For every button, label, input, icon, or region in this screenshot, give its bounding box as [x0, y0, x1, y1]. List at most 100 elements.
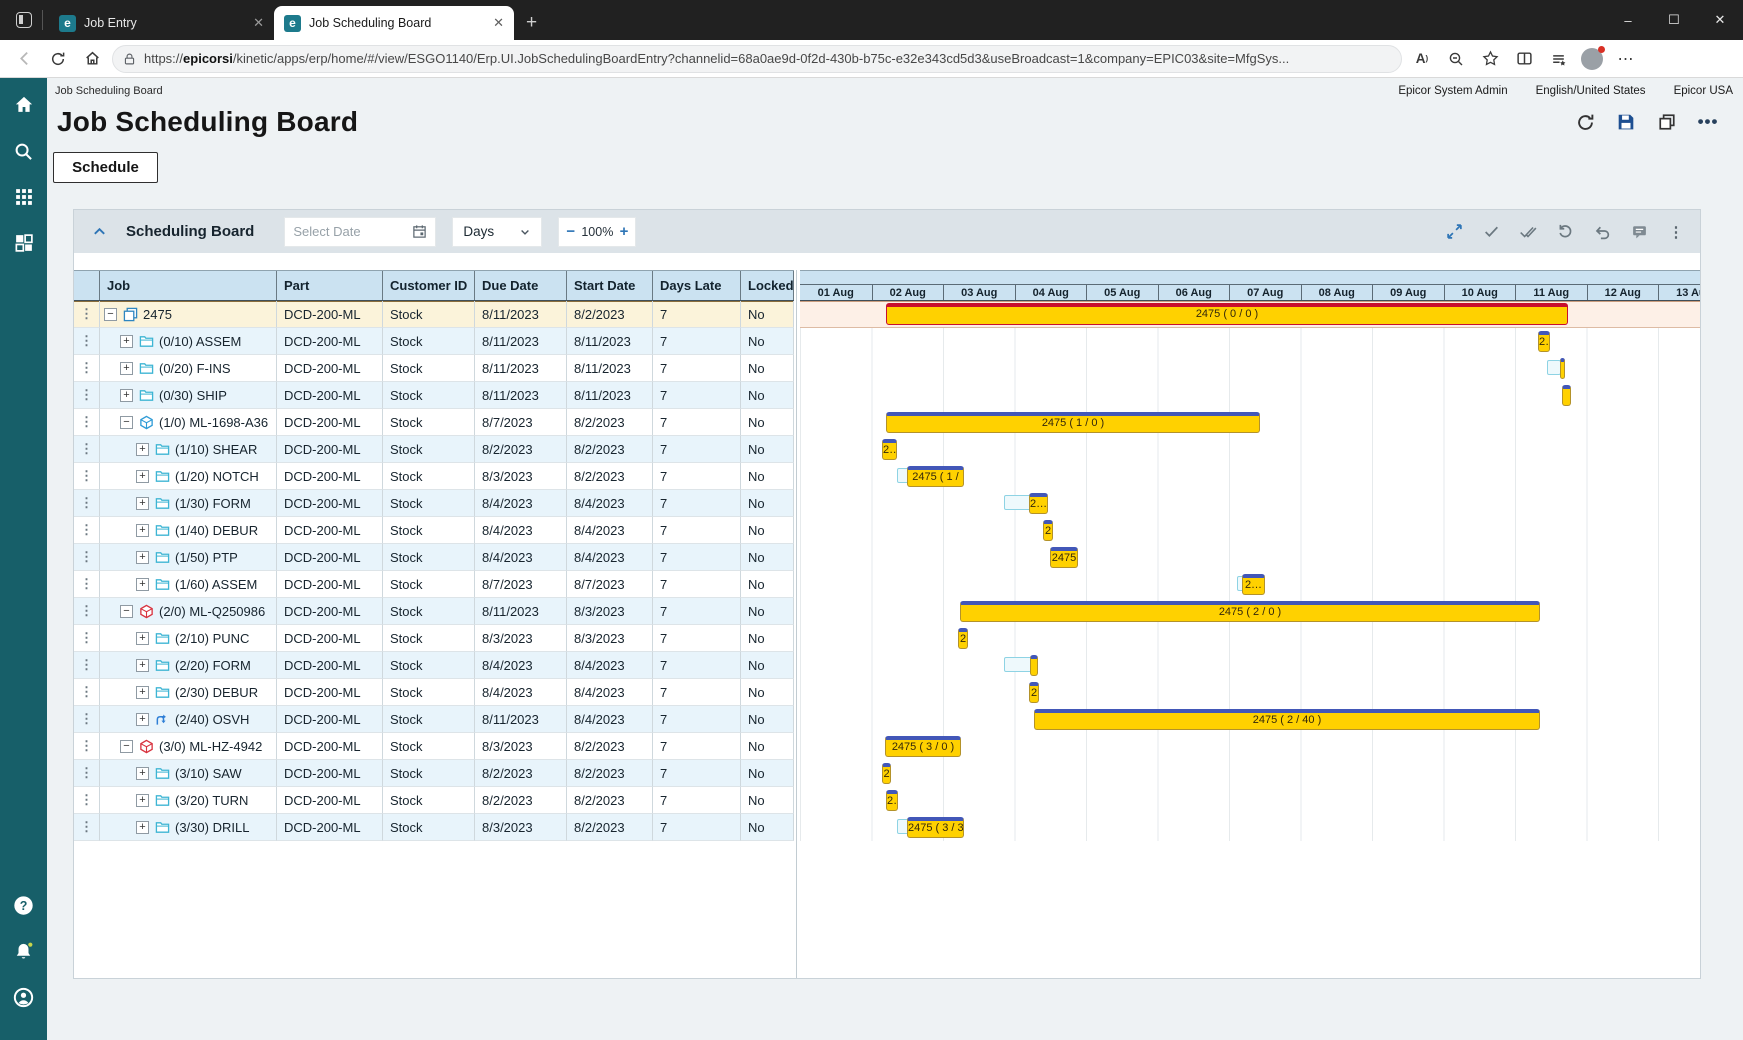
customer-id-cell[interactable]: Stock [383, 679, 475, 706]
part-cell[interactable]: DCD-200-ML [277, 490, 383, 517]
job-cell[interactable]: +(0/10) ASSEM [100, 328, 277, 355]
job-cell[interactable]: +(1/20) NOTCH [100, 463, 277, 490]
company-label[interactable]: Epicor USA [1674, 85, 1733, 97]
job-cell[interactable]: +(1/40) DEBUR [100, 517, 277, 544]
due-date-cell[interactable]: 8/3/2023 [475, 814, 567, 841]
locked-cell[interactable]: No [741, 463, 794, 490]
table-row[interactable]: ⋮−(2/0) ML-Q250986DCD-200-MLStock8/11/20… [74, 598, 794, 625]
row-menu-icon[interactable]: ⋮ [74, 436, 100, 463]
job-cell[interactable]: +(2/10) PUNC [100, 625, 277, 652]
due-date-cell[interactable]: 8/4/2023 [475, 490, 567, 517]
days-late-cell[interactable]: 7 [653, 463, 741, 490]
days-late-cell[interactable]: 7 [653, 382, 741, 409]
locked-cell[interactable]: No [741, 571, 794, 598]
job-cell[interactable]: −2475 [100, 301, 277, 328]
job-cell[interactable]: +(1/60) ASSEM [100, 571, 277, 598]
save-icon[interactable] [1615, 111, 1637, 133]
due-date-cell[interactable]: 8/11/2023 [475, 706, 567, 733]
locked-cell[interactable]: No [741, 679, 794, 706]
customer-id-cell[interactable]: Stock [383, 490, 475, 517]
gantt-task-bar[interactable]: 2… [1029, 493, 1048, 514]
part-cell[interactable]: DCD-200-ML [277, 706, 383, 733]
start-date-cell[interactable]: 8/4/2023 [567, 517, 653, 544]
expand-icon[interactable]: + [136, 794, 149, 807]
job-cell[interactable]: +(1/30) FORM [100, 490, 277, 517]
locked-cell[interactable]: No [741, 544, 794, 571]
expand-icon[interactable]: + [136, 470, 149, 483]
start-date-cell[interactable]: 8/7/2023 [567, 571, 653, 598]
days-late-cell[interactable]: 7 [653, 625, 741, 652]
due-date-cell[interactable]: 8/11/2023 [475, 598, 567, 625]
job-cell[interactable]: −(2/0) ML-Q250986 [100, 598, 277, 625]
table-row[interactable]: ⋮+(3/30) DRILLDCD-200-MLStock8/3/20238/2… [74, 814, 794, 841]
days-late-cell[interactable]: 7 [653, 598, 741, 625]
due-date-cell[interactable]: 8/4/2023 [475, 652, 567, 679]
table-row[interactable]: ⋮+(1/40) DEBURDCD-200-MLStock8/4/20238/4… [74, 517, 794, 544]
start-date-cell[interactable]: 8/4/2023 [567, 544, 653, 571]
column-header-start-date[interactable]: Start Date [567, 271, 653, 300]
days-late-cell[interactable]: 7 [653, 679, 741, 706]
start-date-cell[interactable]: 8/4/2023 [567, 652, 653, 679]
customer-id-cell[interactable]: Stock [383, 544, 475, 571]
days-late-cell[interactable]: 7 [653, 328, 741, 355]
gantt-task-bar[interactable]: 2475 ( 0 / 0 ) [886, 303, 1568, 325]
due-date-cell[interactable]: 8/11/2023 [475, 301, 567, 328]
start-date-cell[interactable]: 8/4/2023 [567, 490, 653, 517]
gantt-task-bar[interactable] [1030, 655, 1038, 676]
collections-icon[interactable] [1544, 45, 1572, 73]
gantt-task-bar[interactable]: 2 [1043, 520, 1053, 541]
part-cell[interactable]: DCD-200-ML [277, 409, 383, 436]
part-cell[interactable]: DCD-200-ML [277, 625, 383, 652]
row-menu-icon[interactable]: ⋮ [74, 625, 100, 652]
accept-all-changes-icon[interactable] [1518, 222, 1538, 242]
days-late-cell[interactable]: 7 [653, 490, 741, 517]
locked-cell[interactable]: No [741, 382, 794, 409]
customer-id-cell[interactable]: Stock [383, 706, 475, 733]
row-menu-icon[interactable]: ⋮ [74, 706, 100, 733]
locked-cell[interactable]: No [741, 652, 794, 679]
job-cell[interactable]: +(0/30) SHIP [100, 382, 277, 409]
due-date-cell[interactable]: 8/2/2023 [475, 760, 567, 787]
part-cell[interactable]: DCD-200-ML [277, 571, 383, 598]
schedule-button[interactable]: Schedule [53, 152, 158, 183]
table-row[interactable]: ⋮+(1/50) PTPDCD-200-MLStock8/4/20238/4/2… [74, 544, 794, 571]
gantt-task-bar[interactable]: 2475 ( 1 / [907, 466, 964, 487]
address-bar[interactable]: https://epicorsi/kinetic/apps/erp/home/#… [112, 45, 1402, 73]
start-date-cell[interactable]: 8/2/2023 [567, 733, 653, 760]
job-cell[interactable]: +(1/10) SHEAR [100, 436, 277, 463]
table-row[interactable]: ⋮+(0/30) SHIPDCD-200-MLStock8/11/20238/1… [74, 382, 794, 409]
row-menu-icon[interactable]: ⋮ [74, 787, 100, 814]
locked-cell[interactable]: No [741, 814, 794, 841]
part-cell[interactable]: DCD-200-ML [277, 652, 383, 679]
customer-id-cell[interactable]: Stock [383, 517, 475, 544]
expand-icon[interactable]: + [136, 659, 149, 672]
gantt-task-bar[interactable]: 2475 ( 1 / 0 ) [886, 412, 1260, 433]
locked-cell[interactable]: No [741, 436, 794, 463]
customer-id-cell[interactable]: Stock [383, 760, 475, 787]
part-cell[interactable]: DCD-200-ML [277, 463, 383, 490]
due-date-cell[interactable]: 8/2/2023 [475, 787, 567, 814]
row-menu-icon[interactable]: ⋮ [74, 409, 100, 436]
days-late-cell[interactable]: 7 [653, 760, 741, 787]
account-icon[interactable] [11, 984, 37, 1010]
zoom-out-button[interactable]: − [566, 224, 575, 239]
part-cell[interactable]: DCD-200-ML [277, 382, 383, 409]
browser-menu-icon[interactable]: ⋯ [1612, 45, 1640, 73]
back-icon[interactable] [10, 45, 38, 73]
start-date-cell[interactable]: 8/4/2023 [567, 679, 653, 706]
table-row[interactable]: ⋮+(2/10) PUNCDCD-200-MLStock8/3/20238/3/… [74, 625, 794, 652]
window-minimize-button[interactable]: – [1605, 13, 1651, 28]
gantt-task-bar[interactable]: 2475 ( 2 / 40 ) [1034, 709, 1540, 730]
refresh-icon[interactable] [1574, 111, 1596, 133]
copy-layout-icon[interactable] [1656, 111, 1678, 133]
select-date-field[interactable] [284, 217, 436, 247]
customer-id-cell[interactable]: Stock [383, 625, 475, 652]
expand-icon[interactable]: + [136, 713, 149, 726]
job-cell[interactable]: +(2/30) DEBUR [100, 679, 277, 706]
row-menu-icon[interactable]: ⋮ [74, 382, 100, 409]
notifications-bell-icon[interactable] [11, 938, 37, 964]
search-icon[interactable] [11, 138, 37, 164]
current-user-label[interactable]: Epicor System Admin [1398, 85, 1507, 97]
expand-icon[interactable]: + [136, 821, 149, 834]
row-menu-icon[interactable]: ⋮ [74, 355, 100, 382]
